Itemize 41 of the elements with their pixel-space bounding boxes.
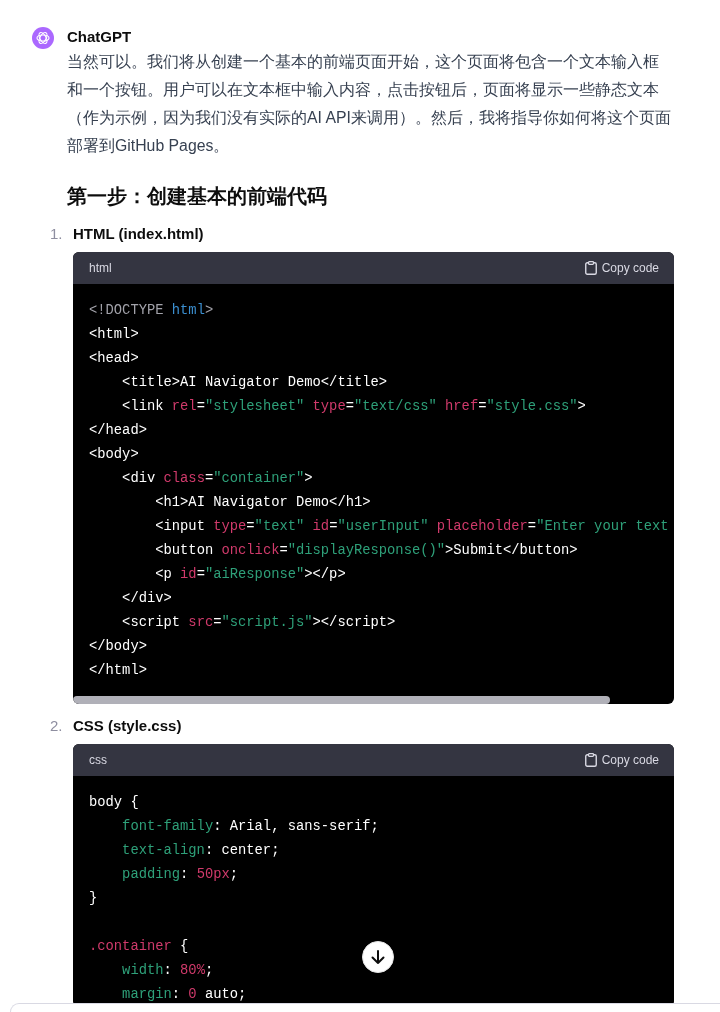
code-line: </div> — [122, 591, 172, 607]
arrow-down-icon — [371, 949, 385, 965]
code-line: font-family: Arial, sans-serif; — [122, 819, 379, 835]
code-line: <head> — [89, 351, 139, 367]
code-line: text-align: center; — [122, 843, 280, 859]
step-title: CSS (style.css) — [73, 716, 182, 736]
code-line: <body> — [89, 447, 139, 463]
clipboard-icon — [584, 261, 597, 275]
code-line: <h1>AI Navigator Demo</h1> — [155, 495, 371, 511]
code-line: <title>AI Navigator Demo</title> — [122, 375, 388, 391]
clipboard-icon — [584, 753, 597, 767]
code-line: <script src="script.js"></script> — [122, 615, 396, 631]
code-line: <!DOCTYPE html> — [89, 303, 214, 319]
author-name: ChatGPT — [67, 27, 132, 47]
copy-code-button[interactable]: Copy code — [584, 260, 659, 276]
code-line: <button onclick="displayResponse()">Submit</button> — [155, 543, 578, 559]
code-line: </html> — [89, 663, 147, 679]
section-heading: 第一步：创建基本的前端代码 — [67, 184, 327, 209]
list-number: 2. — [50, 716, 63, 736]
copy-code-button[interactable]: Copy code — [584, 752, 659, 768]
code-line: width: 80%; — [122, 963, 214, 979]
code-line: <link rel="stylesheet" type="text/css" href="style.css"> — [122, 399, 586, 415]
list-number: 1. — [50, 224, 63, 244]
code-language-label: html — [89, 260, 112, 276]
code-line: <div class="container"> — [122, 471, 313, 487]
code-line: } — [89, 891, 98, 907]
code-line: body { — [89, 795, 139, 811]
avatar-icon — [32, 27, 54, 49]
code-line: </head> — [89, 423, 147, 439]
code-line: </body> — [89, 639, 147, 655]
code-line: .container { — [89, 939, 189, 955]
message-input-field[interactable] — [10, 1003, 720, 1012]
code-line: <html> — [89, 327, 139, 343]
scrollbar-thumb[interactable] — [73, 696, 610, 704]
step-title: HTML (index.html) — [73, 224, 204, 244]
message-paragraph: 当然可以。我们将从创建一个基本的前端页面开始，这个页面将包含一个文本输入框和一个按钮。用户可以在文本框中输入内容，点击按钮后，页面将显示一些静态文本（作为示例，因为我们没有实际的AI API来调用）。然后，我将指导你如何将这个页面部署到GitHub Pages。 — [67, 52, 671, 156]
code-line: margin: 0 auto; — [122, 987, 247, 1003]
code-language-label: css — [89, 752, 107, 768]
code-line: padding: 50px; — [122, 867, 239, 883]
code-line: <p id="aiResponse"></p> — [155, 567, 346, 583]
code-line: <input type="text" id="userInput" placeholder="Enter your text — [155, 519, 669, 535]
